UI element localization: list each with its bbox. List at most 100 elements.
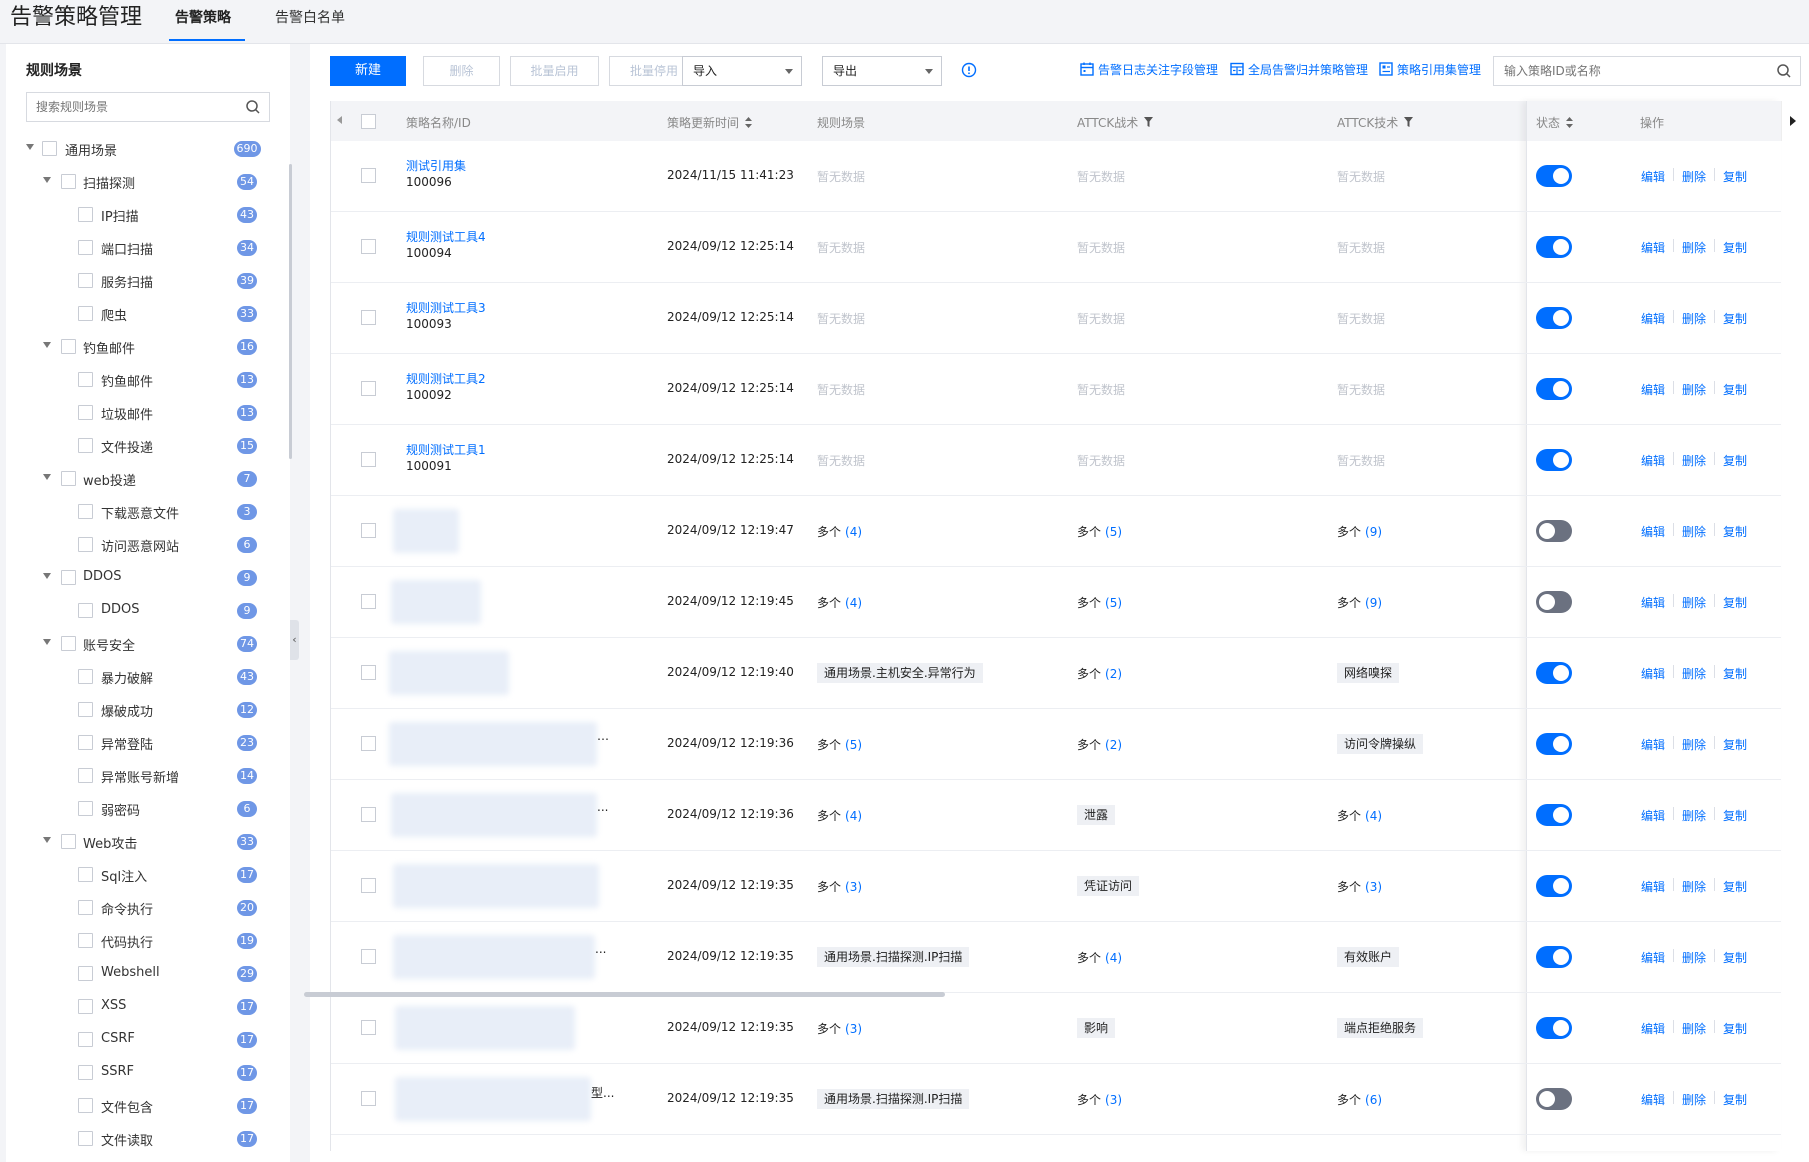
tab-alert-policy[interactable]: 告警策略 [175, 9, 231, 27]
delete-link[interactable]: 删除 [1682, 1091, 1706, 1108]
tree-node[interactable]: Webshell 29 [6, 957, 276, 990]
tree-node[interactable]: 端口扫描 34 [6, 231, 276, 264]
tactic-multi[interactable]: 多个 (5) [1077, 594, 1122, 611]
delete-link[interactable]: 删除 [1682, 736, 1706, 753]
tree-node-checkbox[interactable] [61, 636, 76, 651]
scroll-left-icon[interactable] [337, 116, 342, 124]
tree-node-checkbox[interactable] [78, 1098, 93, 1113]
scroll-right-button[interactable] [1781, 101, 1803, 141]
tactic-multi[interactable]: 多个 (2) [1077, 736, 1122, 753]
technique-multi[interactable]: 多个 (9) [1337, 594, 1382, 611]
tree-node[interactable]: 暴力破解 43 [6, 660, 276, 693]
tree-node-checkbox[interactable] [78, 405, 93, 420]
caret-down-icon[interactable] [43, 474, 51, 480]
row-checkbox[interactable] [361, 239, 376, 254]
row-checkbox[interactable] [361, 310, 376, 325]
edit-link[interactable]: 编辑 [1641, 239, 1665, 256]
status-toggle[interactable] [1536, 307, 1572, 329]
tree-node-checkbox[interactable] [78, 240, 93, 255]
tree-node-checkbox[interactable] [78, 1065, 93, 1080]
policy-name-link[interactable]: 规则测试工具2 [406, 370, 486, 387]
col-tactic[interactable]: ATTCK战术 [1077, 114, 1154, 131]
tree-node-checkbox[interactable] [78, 1131, 93, 1146]
edit-link[interactable]: 编辑 [1641, 452, 1665, 469]
ref-set-link[interactable]: 策略引用集管理 [1379, 61, 1481, 78]
caret-down-icon[interactable] [43, 837, 51, 843]
tree-node-checkbox[interactable] [78, 306, 93, 321]
tree-node-checkbox[interactable] [78, 867, 93, 882]
copy-link[interactable]: 复制 [1723, 1091, 1747, 1108]
info-icon[interactable] [961, 62, 977, 82]
edit-link[interactable]: 编辑 [1641, 381, 1665, 398]
scene-multi[interactable]: 多个 (4) [817, 523, 862, 540]
copy-link[interactable]: 复制 [1723, 381, 1747, 398]
tree-node-checkbox[interactable] [78, 669, 93, 684]
delete-link[interactable]: 删除 [1682, 665, 1706, 682]
technique-multi-count[interactable]: (4) [1365, 809, 1382, 823]
search-icon[interactable] [1776, 63, 1792, 83]
tree-node-checkbox[interactable] [78, 801, 93, 816]
technique-multi-count[interactable]: (3) [1365, 880, 1382, 894]
tactic-multi-count[interactable]: (2) [1105, 738, 1122, 752]
delete-link[interactable]: 删除 [1682, 239, 1706, 256]
copy-link[interactable]: 复制 [1723, 239, 1747, 256]
status-toggle[interactable] [1536, 449, 1572, 471]
tactic-multi-count[interactable]: (4) [1105, 951, 1122, 965]
status-toggle[interactable] [1536, 875, 1572, 897]
scene-multi-count[interactable]: (5) [845, 738, 862, 752]
tree-node-checkbox[interactable] [78, 537, 93, 552]
tree-node-checkbox[interactable] [78, 603, 93, 618]
technique-multi[interactable]: 多个 (9) [1337, 523, 1382, 540]
tree-node-checkbox[interactable] [78, 999, 93, 1014]
edit-link[interactable]: 编辑 [1641, 1091, 1665, 1108]
tree-node-checkbox[interactable] [61, 339, 76, 354]
tactic-multi-count[interactable]: (5) [1105, 596, 1122, 610]
delete-link[interactable]: 删除 [1682, 381, 1706, 398]
sidebar-scrollbar[interactable] [289, 164, 292, 459]
caret-down-icon[interactable] [43, 177, 51, 183]
technique-multi[interactable]: 多个 (3) [1337, 878, 1382, 895]
delete-link[interactable]: 删除 [1682, 452, 1706, 469]
copy-link[interactable]: 复制 [1723, 523, 1747, 540]
status-toggle[interactable] [1536, 165, 1572, 187]
tree-node[interactable]: 代码执行 19 [6, 924, 276, 957]
edit-link[interactable]: 编辑 [1641, 807, 1665, 824]
tree-node-checkbox[interactable] [61, 471, 76, 486]
col-technique[interactable]: ATTCK技术 [1337, 114, 1414, 131]
technique-multi[interactable]: 多个 (6) [1337, 1091, 1382, 1108]
tactic-multi[interactable]: 多个 (3) [1077, 1091, 1122, 1108]
tree-node-checkbox[interactable] [78, 966, 93, 981]
scene-multi-count[interactable]: (4) [845, 809, 862, 823]
tactic-multi[interactable]: 多个 (2) [1077, 665, 1122, 682]
edit-link[interactable]: 编辑 [1641, 949, 1665, 966]
copy-link[interactable]: 复制 [1723, 1020, 1747, 1037]
tree-node[interactable]: 访问恶意网站 6 [6, 528, 276, 561]
new-button[interactable]: 新建 [330, 56, 406, 86]
scene-search-input[interactable] [27, 93, 227, 121]
tactic-multi-count[interactable]: (5) [1105, 525, 1122, 539]
row-checkbox[interactable] [361, 168, 376, 183]
status-toggle[interactable] [1536, 662, 1572, 684]
tree-node[interactable]: 弱密码 6 [6, 792, 276, 825]
tree-node[interactable]: DDOS 9 [6, 594, 276, 627]
edit-link[interactable]: 编辑 [1641, 736, 1665, 753]
copy-link[interactable]: 复制 [1723, 878, 1747, 895]
status-toggle[interactable] [1536, 1088, 1572, 1110]
tree-node-checkbox[interactable] [78, 438, 93, 453]
tree-node-checkbox[interactable] [78, 207, 93, 222]
edit-link[interactable]: 编辑 [1641, 168, 1665, 185]
tree-node[interactable]: XSS 17 [6, 990, 276, 1023]
tree-node[interactable]: 爆破成功 12 [6, 693, 276, 726]
tree-node-checkbox[interactable] [78, 735, 93, 750]
edit-link[interactable]: 编辑 [1641, 878, 1665, 895]
scene-multi[interactable]: 多个 (3) [817, 1020, 862, 1037]
status-toggle[interactable] [1536, 733, 1572, 755]
caret-down-icon[interactable] [43, 573, 51, 579]
tree-node-checkbox[interactable] [78, 504, 93, 519]
edit-link[interactable]: 编辑 [1641, 310, 1665, 327]
row-checkbox[interactable] [361, 523, 376, 538]
delete-link[interactable]: 删除 [1682, 310, 1706, 327]
policy-name-link[interactable]: 规则测试工具4 [406, 228, 486, 245]
status-toggle[interactable] [1536, 591, 1572, 613]
status-toggle[interactable] [1536, 236, 1572, 258]
